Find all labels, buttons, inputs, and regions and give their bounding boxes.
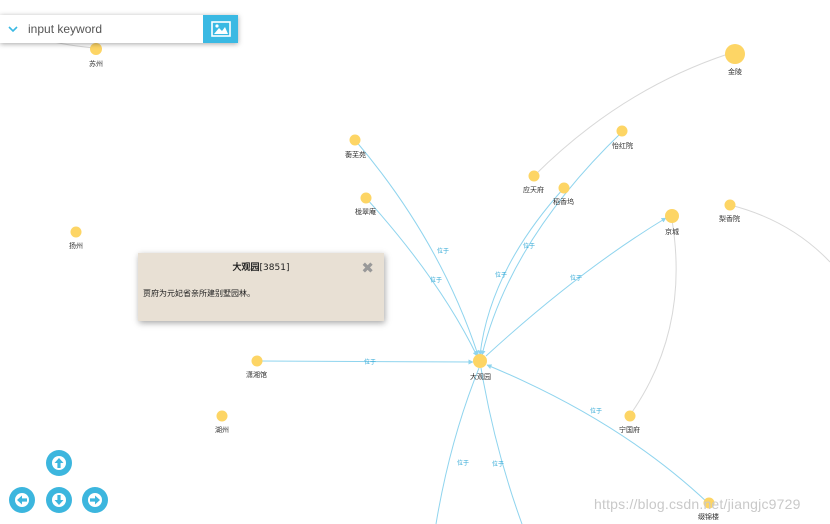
edge-label: 位于 <box>437 247 449 255</box>
edge-label: 位于 <box>570 274 582 282</box>
edge-yingtian-jinling <box>533 53 729 177</box>
node-jinling[interactable]: 金陵 <box>725 44 745 76</box>
pan-right-button[interactable] <box>82 487 108 513</box>
popup-description: 贾府为元妃省亲所建别墅园林。 <box>143 289 255 298</box>
node-jingcheng[interactable]: 京城 <box>665 209 679 236</box>
node-suzhou[interactable]: 苏州 <box>89 43 103 68</box>
popup-title-count: [3851] <box>259 263 290 273</box>
node-label: 栊翠庵 <box>355 207 376 216</box>
image-icon <box>210 21 231 37</box>
arrow-down-icon <box>52 493 66 507</box>
node-label: 怡红院 <box>612 141 633 150</box>
edge-daoxiang-daguanyuan <box>478 187 565 356</box>
node-huzhou[interactable]: 湖州 <box>215 410 229 435</box>
image-search-button[interactable] <box>203 15 238 43</box>
node-ningguo[interactable]: 宁国府 <box>619 410 640 435</box>
edge-label: 位于 <box>457 459 469 467</box>
node-label: 缀锦楼 <box>698 512 719 521</box>
edge-label: 位于 <box>590 407 602 415</box>
chevron-down-icon[interactable] <box>0 15 26 43</box>
node-label: 金陵 <box>728 67 742 76</box>
edge-lixiang-out <box>729 204 830 263</box>
node-label: 稻香坞 <box>553 197 574 206</box>
pan-left-button[interactable] <box>9 487 35 513</box>
node-yihong[interactable]: 怡红院 <box>612 125 633 151</box>
node-xiaoxiang[interactable]: 潇湘馆 <box>246 355 267 380</box>
node-label: 大观园 <box>470 372 491 381</box>
node-label: 潇湘馆 <box>246 370 267 379</box>
edge-yihong-daguanyuan <box>480 131 623 356</box>
edge-label: 位于 <box>495 271 507 279</box>
node-label: 苏州 <box>89 59 103 68</box>
watermark: https://blog.csdn.net/jiangjc9729 <box>594 496 801 512</box>
edge-ningguo-daguanyuan <box>486 364 709 504</box>
popup-title-name: 大观园 <box>232 263 260 273</box>
node-info-popup: 大观园[3851] ✖ 贾府为元妃省亲所建别墅园林。 <box>138 253 384 321</box>
popup-title: 大观园[3851] <box>138 260 384 273</box>
node-label: 扬州 <box>69 241 83 250</box>
node-label: 京城 <box>665 227 679 236</box>
edge-daguanyuan-down-left <box>435 367 480 524</box>
node-label: 宁国府 <box>619 425 640 434</box>
arrow-left-icon <box>15 493 29 507</box>
pan-up-button[interactable] <box>46 450 72 476</box>
edge-label: 位于 <box>430 276 442 284</box>
edge-label: 位于 <box>523 242 535 250</box>
node-label: 梨香院 <box>719 214 740 223</box>
node-daguanyuan[interactable]: 大观园 <box>470 354 491 381</box>
edge-daguanyuan-jingcheng <box>485 217 667 357</box>
node-lixiang[interactable]: 梨香院 <box>719 199 740 224</box>
edge-label: 位于 <box>492 460 504 468</box>
arrow-up-icon <box>52 456 66 470</box>
node-label: 蘅芜苑 <box>345 150 366 159</box>
arrow-right-icon <box>88 493 102 507</box>
close-icon[interactable]: ✖ <box>361 261 374 276</box>
node-label: 湖州 <box>215 425 229 434</box>
node-label: 应天府 <box>523 185 544 194</box>
edge-daguanyuan-down-right <box>480 367 523 524</box>
node-yangzhou[interactable]: 扬州 <box>69 226 83 251</box>
node-yingtian[interactable]: 应天府 <box>523 170 544 195</box>
pan-down-button[interactable] <box>46 487 72 513</box>
node-longcui[interactable]: 栊翠庵 <box>355 192 376 217</box>
search-input[interactable] <box>26 16 203 42</box>
node-yiyuan[interactable]: 蘅芜苑 <box>345 134 366 160</box>
search-bar <box>0 15 238 43</box>
edge-label: 位于 <box>364 358 376 366</box>
node-daoxiang[interactable]: 稻香坞 <box>553 182 574 207</box>
edge-jingcheng-ningguo <box>629 219 677 416</box>
relation-graph[interactable]: 位于 位于 位于 位于 位于 位于 位于 位于 位于 苏州 金陵 蘅芜苑 怡红院… <box>0 0 830 524</box>
